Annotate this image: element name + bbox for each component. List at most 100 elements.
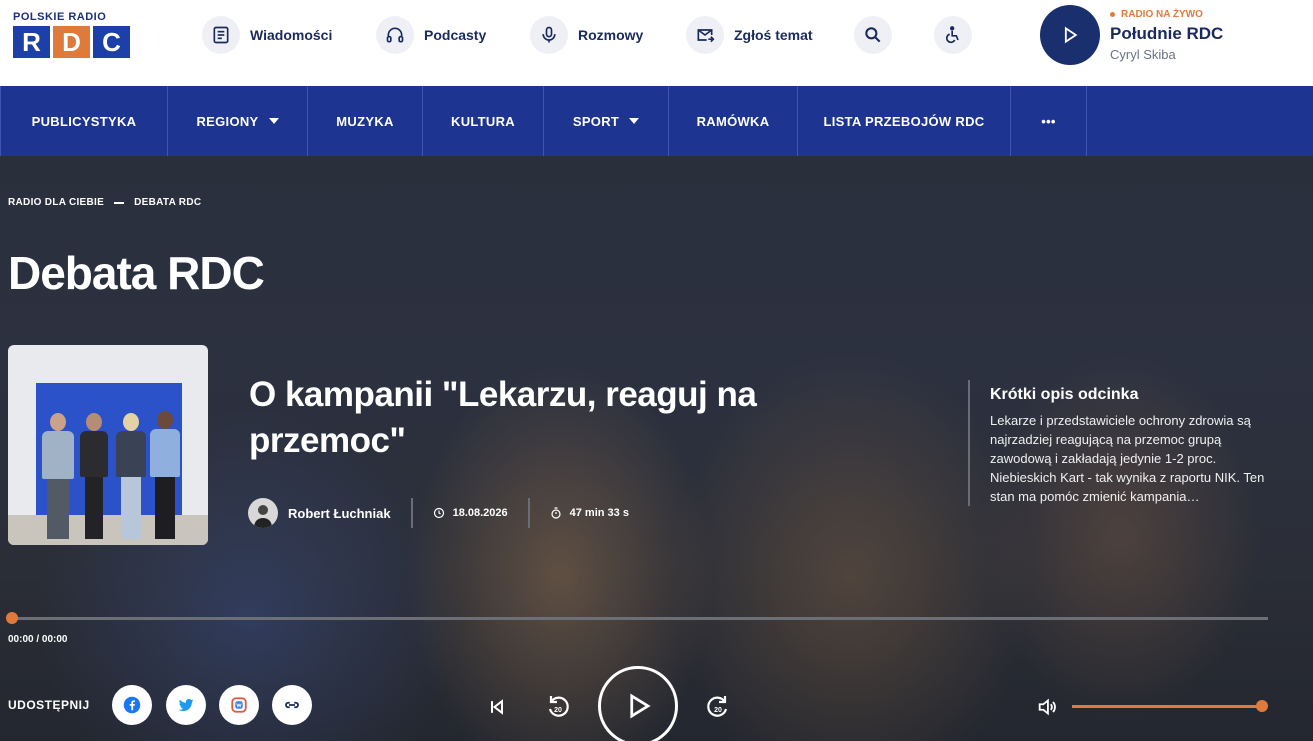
breadcrumb-item[interactable]: DEBATA RDC — [134, 197, 201, 208]
episode-meta: Robert Łuchniak 18.08.2026 47 min 33 s — [248, 498, 629, 528]
breadcrumb-item[interactable]: RADIO DLA CIEBIE — [8, 197, 104, 208]
meta-divider — [410, 498, 413, 528]
stopwatch-icon — [551, 507, 561, 519]
person-icon — [254, 505, 272, 528]
description-text: Lekarze i przedstawiciele ochrony zdrowi… — [990, 413, 1265, 504]
live-badge-text: RADIO NA ŻYWO — [1121, 9, 1203, 20]
top-nav-rozmowy[interactable]: Rozmowy — [530, 16, 643, 54]
page-title: Debata RDC — [8, 247, 265, 299]
caret-down-icon — [629, 118, 640, 124]
nav-item-lista-przebojow[interactable]: LISTA PRZEBOJÓW RDC — [797, 86, 1010, 156]
copy-link-button[interactable] — [272, 685, 312, 725]
forward-20-button[interactable]: 20 — [703, 691, 733, 721]
episode-duration: 47 min 33 s — [550, 507, 629, 519]
nav-item-label: REGIONY — [196, 113, 259, 129]
nav-item-regiony[interactable]: REGIONY — [167, 86, 307, 156]
forward-seconds: 20 — [714, 707, 722, 714]
share-wykop-button[interactable] — [219, 685, 259, 725]
live-host-name: Cyryl Skiba — [1110, 47, 1176, 62]
mail-icon — [686, 16, 724, 54]
headphones-icon — [376, 16, 414, 54]
caret-down-icon — [268, 118, 279, 124]
episode-date-text: 18.08.2026 — [452, 507, 508, 519]
person-figure — [42, 413, 74, 539]
live-station-name: Południe RDC — [1110, 24, 1224, 43]
rewind-20-button[interactable]: 20 — [543, 691, 573, 721]
top-nav-zglos-temat[interactable]: Zgłoś temat — [686, 16, 813, 54]
logo-letters: R D C — [13, 26, 131, 58]
share-facebook-button[interactable] — [112, 685, 152, 725]
logo-top-text: POLSKIE RADIO — [13, 11, 107, 23]
main-nav: PUBLICYSTYKA REGIONY MUZYKA KULTURA SPOR… — [0, 86, 1313, 156]
nav-item-publicystyka[interactable]: PUBLICYSTYKA — [0, 86, 167, 156]
volume-slider[interactable] — [1072, 705, 1262, 708]
more-dots-icon: ••• — [1041, 113, 1056, 129]
play-icon — [630, 693, 651, 719]
nav-item-label: RAMÓWKA — [696, 113, 770, 129]
live-radio-widget[interactable]: RADIO NA ŻYWO Południe RDC Cyryl Skiba — [1040, 5, 1300, 65]
logo-letter-r: R — [13, 26, 50, 58]
link-icon — [285, 701, 299, 709]
fast-forward-icon: 20 — [707, 696, 728, 717]
nav-item-muzyka[interactable]: MUZYKA — [307, 86, 422, 156]
document-icon — [202, 16, 240, 54]
playback-time: 00:00 / 00:00 — [8, 634, 68, 645]
clock-icon — [433, 507, 444, 519]
nav-item-kultura[interactable]: KULTURA — [422, 86, 543, 156]
search-icon — [854, 16, 892, 54]
top-nav-wiadomosci[interactable]: Wiadomości — [202, 16, 332, 54]
share-twitter-button[interactable] — [166, 685, 206, 725]
episode-thumbnail — [8, 345, 208, 545]
person-figure — [80, 413, 108, 539]
search-button[interactable] — [854, 16, 892, 54]
episode-description: Krótki opis odcinka Lekarze i przedstawi… — [968, 380, 1268, 506]
nav-item-more[interactable]: ••• — [1010, 86, 1087, 156]
progress-handle[interactable] — [6, 612, 18, 624]
nav-item-label: KULTURA — [451, 113, 515, 129]
author-avatar[interactable] — [248, 498, 278, 528]
nav-item-sport[interactable]: SPORT — [543, 86, 668, 156]
episode-date: 18.08.2026 — [433, 507, 508, 519]
live-play-button[interactable] — [1040, 5, 1100, 65]
person-figure — [116, 413, 146, 539]
top-nav-label: Podcasty — [424, 27, 487, 43]
previous-episode-button[interactable] — [484, 694, 510, 720]
nav-item-label: SPORT — [572, 113, 620, 129]
top-bar: POLSKIE RADIO R D C Wiadomości Podcasty … — [0, 0, 1313, 86]
play-icon — [1064, 26, 1078, 44]
playback-progress-bar[interactable] — [6, 612, 1268, 624]
person-figure — [150, 411, 180, 539]
logo-letter-c: C — [93, 26, 130, 58]
author-name[interactable]: Robert Łuchniak — [288, 506, 391, 521]
meta-divider — [527, 498, 530, 528]
nav-item-label: MUZYKA — [336, 113, 394, 129]
rewind-seconds: 20 — [554, 707, 562, 714]
episode-title: O kampanii "Lekarzu, reaguj na przemoc" — [249, 375, 757, 460]
skip-previous-icon — [491, 699, 503, 715]
nav-item-ramowka[interactable]: RAMÓWKA — [668, 86, 797, 156]
microphone-icon — [530, 16, 568, 54]
top-nav-podcasty[interactable]: Podcasty — [376, 16, 486, 54]
volume-button[interactable] — [1036, 696, 1058, 723]
breadcrumb-separator — [114, 201, 125, 204]
facebook-icon — [123, 696, 141, 714]
main-play-button[interactable] — [598, 666, 678, 741]
logo-letter-d: D — [53, 26, 90, 58]
episode-hero: RADIO DLA CIEBIE DEBATA RDC Debata RDC O… — [0, 156, 1313, 741]
episode-duration-text: 47 min 33 s — [569, 507, 629, 519]
wykop-icon — [231, 697, 247, 713]
polskie-radio-rdc-logo[interactable]: POLSKIE RADIO R D C — [13, 11, 131, 61]
top-nav-label: Zgłoś temat — [734, 27, 813, 43]
top-nav-label: Wiadomości — [250, 27, 333, 43]
share-label: UDOSTĘPNIJ — [8, 698, 90, 712]
accessibility-button[interactable] — [934, 16, 972, 54]
breadcrumb: RADIO DLA CIEBIE DEBATA RDC — [8, 197, 201, 208]
description-title: Krótki opis odcinka — [990, 386, 1139, 403]
top-nav-label: Rozmowy — [578, 27, 644, 43]
nav-item-label: PUBLICYSTYKA — [31, 113, 137, 129]
nav-item-label: LISTA PRZEBOJÓW RDC — [823, 113, 985, 129]
volume-handle[interactable] — [1256, 700, 1268, 712]
twitter-icon — [178, 698, 194, 712]
rewind-icon: 20 — [548, 696, 569, 717]
wheelchair-icon — [934, 16, 972, 54]
